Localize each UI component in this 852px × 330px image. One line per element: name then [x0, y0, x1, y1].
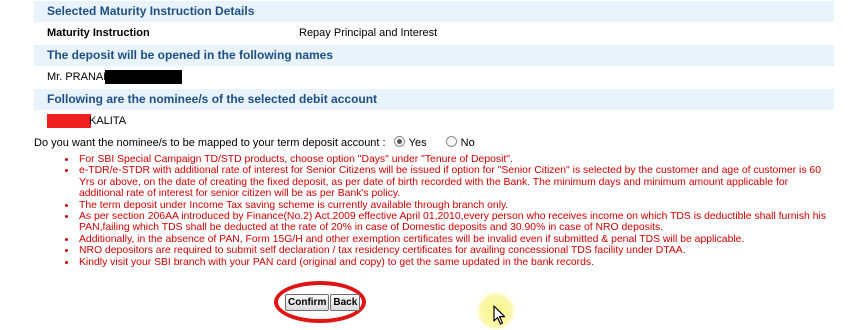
bullet-icon [65, 249, 68, 253]
maturity-instruction-row: Maturity Instruction Repay Principal and … [34, 22, 834, 44]
holder-name-row: Mr. PRANAB [34, 66, 834, 88]
note-item: Additionally, in the absence of PAN, For… [65, 234, 834, 245]
deposit-confirmation-panel: Selected Maturity Instruction Details Ma… [34, 0, 834, 268]
note-item: NRO depositors are required to submit se… [65, 245, 834, 256]
mouse-pointer-icon [493, 305, 506, 325]
back-button[interactable]: Back [330, 294, 361, 311]
note-item: For SBI Special Campaign TD/STD products… [65, 154, 834, 165]
bullet-icon [65, 169, 68, 173]
maturity-instruction-value: Repay Principal and Interest [299, 27, 438, 39]
nominee-row: KALITA [34, 110, 834, 132]
mapping-question: Do you want the nominee/s to be mapped t… [34, 137, 386, 149]
bullet-icon [65, 260, 68, 264]
note-item: As per section 206AA introduced by Finan… [65, 211, 834, 234]
no-radio[interactable] [445, 136, 457, 147]
maturity-instruction-label: Maturity Instruction [47, 27, 150, 39]
nominee-mapping-row: Do you want the nominee/s to be mapped t… [34, 132, 834, 154]
nominee-name: KALITA [89, 115, 127, 127]
redaction-bar [47, 114, 91, 128]
bullet-icon [65, 237, 68, 241]
holder-name: Mr. PRANAB [47, 71, 111, 83]
yes-radio[interactable] [393, 136, 405, 147]
yes-label[interactable]: Yes [409, 137, 427, 149]
bullet-icon [65, 158, 68, 161]
confirm-button[interactable]: Confirm [285, 294, 330, 311]
notes-list: For SBI Special Campaign TD/STD products… [34, 154, 834, 268]
maturity-section-header: Selected Maturity Instruction Details [34, 0, 834, 22]
redaction-bar [105, 70, 182, 84]
note-item: e-TDR/e-STDR with additional rate of int… [65, 165, 834, 199]
names-section-header: The deposit will be opened in the follow… [34, 44, 834, 66]
bullet-icon [65, 215, 68, 219]
bullet-icon [65, 203, 68, 207]
action-buttons: Confirm Back [285, 294, 361, 311]
note-item: Kindly visit your SBI branch with your P… [65, 257, 834, 268]
nominee-section-header: Following are the nominee/s of the selec… [34, 88, 834, 110]
no-label[interactable]: No [461, 137, 475, 149]
note-item: The term deposit under Income Tax saving… [65, 200, 834, 211]
